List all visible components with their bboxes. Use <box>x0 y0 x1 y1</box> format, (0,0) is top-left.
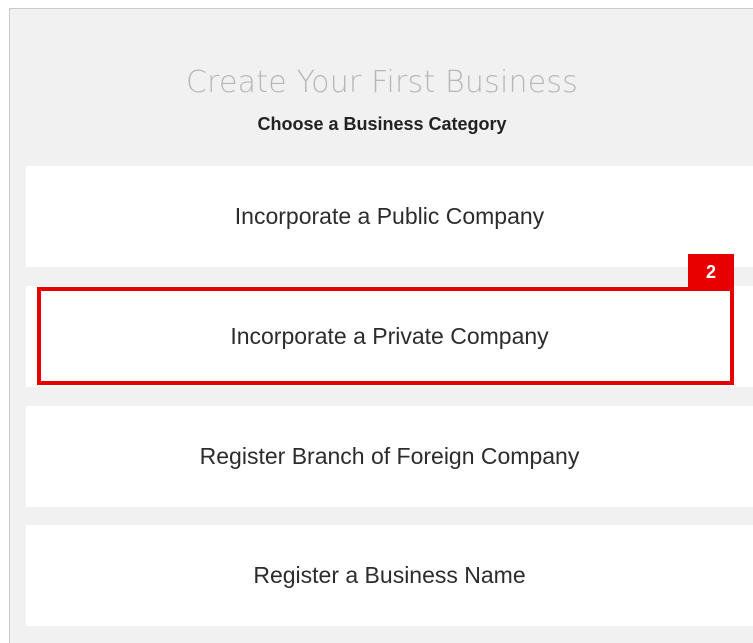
option-label: Incorporate a Public Company <box>234 203 545 229</box>
page-subtitle: Choose a Business Category <box>257 114 507 134</box>
business-category-panel: Create Your First Business Choose a Busi… <box>9 8 753 643</box>
option-label: Register a Business Name <box>253 562 526 588</box>
option-foreign-branch[interactable]: Register Branch of Foreign Company <box>26 406 753 507</box>
option-private-company[interactable]: Incorporate a Private Company <box>26 286 753 387</box>
page-title: Create Your First Business <box>185 65 579 100</box>
step-number-badge: 2 <box>688 254 734 290</box>
option-label: Register Branch of Foreign Company <box>199 443 580 469</box>
option-label: Incorporate a Private Company <box>230 323 549 349</box>
option-business-name[interactable]: Register a Business Name <box>26 525 753 626</box>
option-public-company[interactable]: Incorporate a Public Company <box>26 166 753 267</box>
